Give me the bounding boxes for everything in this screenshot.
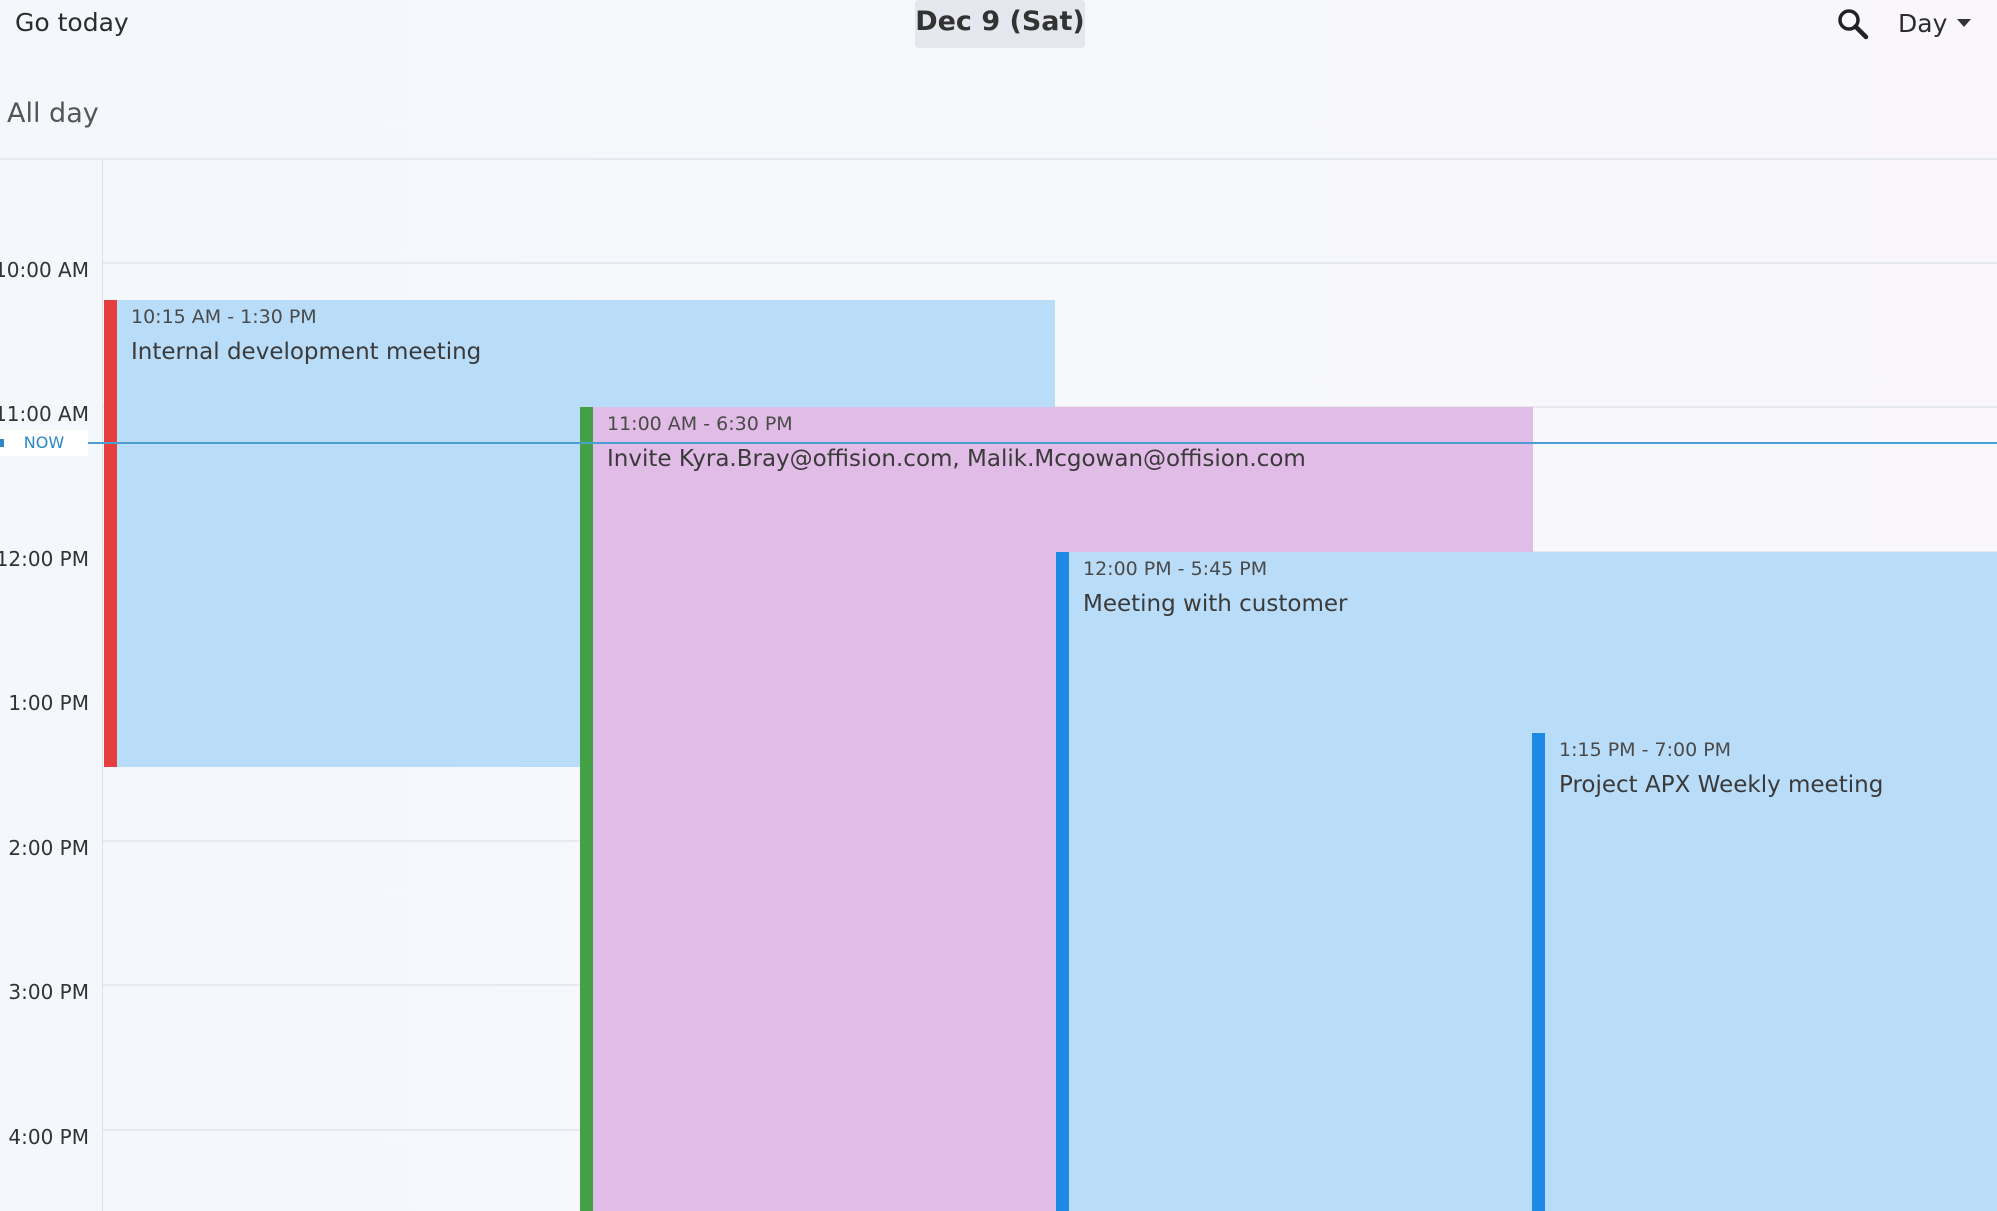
- time-label-10am: 10:00 AM: [0, 258, 89, 282]
- event-time: 10:15 AM - 1:30 PM: [131, 306, 317, 328]
- event-color-bar: [1532, 733, 1545, 1211]
- event-project-apx-weekly-meeting[interactable]: 1:15 PM - 7:00 PM Project APX Weekly mee…: [1532, 733, 1997, 1211]
- chevron-down-icon: [1957, 19, 1972, 27]
- all-day-label: All day: [7, 98, 99, 129]
- current-time-line: [0, 442, 1997, 444]
- event-title: Meeting with customer: [1083, 591, 1348, 617]
- current-time-marker: [0, 439, 4, 447]
- calendar-app: Go today Dec 9 (Sat) Day All day 10:00 A…: [0, 0, 1997, 1211]
- event-color-bar: [104, 300, 117, 767]
- search-icon[interactable]: [1835, 6, 1871, 42]
- event-color-bar: [1056, 552, 1069, 1211]
- time-label-11am: 11:00 AM: [0, 402, 89, 426]
- time-label-2pm: 2:00 PM: [8, 836, 89, 860]
- go-today-button[interactable]: Go today: [15, 6, 129, 39]
- current-time-label: NOW: [0, 430, 88, 456]
- time-label-4pm: 4:00 PM: [8, 1125, 89, 1149]
- view-mode-dropdown[interactable]: Day: [1898, 6, 1972, 40]
- view-mode-label: Day: [1898, 8, 1948, 38]
- event-time: 12:00 PM - 5:45 PM: [1083, 558, 1268, 580]
- event-title: Internal development meeting: [131, 339, 482, 365]
- hour-line: [103, 262, 1997, 264]
- event-time: 11:00 AM - 6:30 PM: [607, 413, 793, 435]
- time-label-12pm: 12:00 PM: [0, 547, 89, 571]
- current-date-title[interactable]: Dec 9 (Sat): [915, 0, 1085, 48]
- event-title: Project APX Weekly meeting: [1559, 772, 1884, 798]
- time-grid[interactable]: 10:00 AM 11:00 AM 12:00 PM 1:00 PM 2:00 …: [0, 160, 1997, 1211]
- time-label-3pm: 3:00 PM: [8, 980, 89, 1004]
- time-label-1pm: 1:00 PM: [8, 691, 89, 715]
- calendar-header: Go today Dec 9 (Sat) Day: [0, 0, 1997, 62]
- event-color-bar: [580, 407, 593, 1211]
- all-day-row[interactable]: All day: [0, 62, 1997, 160]
- time-column-divider: [102, 160, 103, 1211]
- event-title: Invite Kyra.Bray@offision.com, Malik.Mcg…: [607, 446, 1306, 472]
- event-time: 1:15 PM - 7:00 PM: [1559, 739, 1732, 761]
